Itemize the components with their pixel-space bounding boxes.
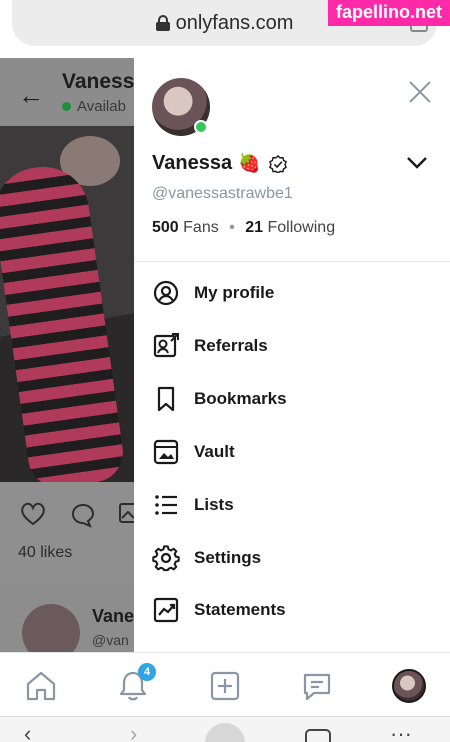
avatar[interactable] bbox=[392, 669, 426, 703]
home-icon[interactable] bbox=[24, 669, 58, 703]
following-count[interactable]: 21 bbox=[245, 219, 263, 236]
menu-item-settings[interactable]: Settings bbox=[152, 541, 261, 575]
menu-label: Settings bbox=[194, 548, 262, 567]
browser-tabs-icon[interactable] bbox=[305, 729, 331, 742]
profile-name: Vanessa 🍓 bbox=[152, 152, 287, 175]
post-photo[interactable] bbox=[0, 126, 134, 482]
follow-stats: 500 Fans • 21 Following bbox=[152, 219, 335, 237]
close-icon[interactable] bbox=[408, 80, 432, 104]
user-circle-icon bbox=[153, 280, 179, 306]
browser-bottom-toolbar: ‹ › ··· bbox=[0, 716, 450, 742]
verified-icon bbox=[268, 154, 287, 173]
chat-header: ← Vaness Availab bbox=[0, 58, 134, 126]
strawberry-emoji: 🍓 bbox=[238, 153, 261, 173]
gear-icon bbox=[152, 545, 180, 572]
status-dot bbox=[62, 102, 71, 111]
arrow-left-icon[interactable]: ← bbox=[18, 80, 44, 111]
tip-icon[interactable] bbox=[118, 502, 134, 524]
menu-label: Lists bbox=[194, 495, 234, 514]
divider bbox=[134, 261, 450, 262]
watermark: fapellino.net bbox=[327, 0, 450, 26]
chat-user-status: Availab bbox=[62, 98, 126, 115]
comment-icon[interactable] bbox=[70, 502, 96, 528]
menu-item-vault[interactable]: Vault bbox=[152, 435, 235, 469]
browser-top-bar: onlyfans.com fapellino.net bbox=[0, 0, 450, 58]
list-icon bbox=[155, 495, 177, 515]
menu-label: My profile bbox=[194, 283, 275, 302]
online-status-dot bbox=[194, 120, 208, 134]
profile-handle[interactable]: @vanessastrawbe1 bbox=[152, 185, 293, 203]
profile-name-text: Vanessa bbox=[152, 152, 233, 174]
following-label[interactable]: Following bbox=[268, 219, 336, 236]
fans-label[interactable]: Fans bbox=[183, 219, 219, 236]
commenter-handle: @van bbox=[92, 632, 129, 648]
likes-count: 40 likes bbox=[18, 544, 73, 561]
url-text[interactable]: onlyfans.com bbox=[176, 12, 294, 35]
menu-item-my-profile[interactable]: My profile bbox=[152, 276, 274, 310]
bookmark-icon bbox=[157, 386, 175, 412]
menu-label: Referrals bbox=[194, 336, 268, 355]
lock-icon bbox=[155, 15, 170, 31]
stats-separator: • bbox=[229, 219, 235, 236]
chart-icon bbox=[153, 597, 179, 623]
account-drawer: Vanessa 🍓 @vanessastrawbe1 500 Fans • 21… bbox=[134, 58, 450, 652]
browser-menu-icon[interactable]: ··· bbox=[390, 723, 412, 742]
chat-user-name: Vaness bbox=[62, 70, 134, 93]
menu-label: Bookmarks bbox=[194, 389, 287, 408]
referrals-icon bbox=[153, 333, 179, 358]
fans-count[interactable]: 500 bbox=[152, 219, 179, 236]
comment-row: Vane @van bbox=[0, 584, 134, 652]
bottom-nav: 4 bbox=[0, 652, 450, 716]
vault-icon bbox=[153, 439, 179, 465]
menu-label: Vault bbox=[194, 442, 235, 461]
browser-home-icon[interactable] bbox=[205, 723, 245, 742]
commenter-name: Vane bbox=[92, 606, 134, 626]
menu-item-lists[interactable]: Lists bbox=[152, 488, 234, 522]
notifications-button[interactable]: 4 bbox=[116, 663, 156, 703]
post-actions: 40 likes bbox=[0, 482, 134, 584]
browser-forward-icon[interactable]: › bbox=[130, 723, 137, 742]
background-page: ← Vaness Availab 40 likes Vane @van bbox=[0, 58, 134, 652]
notification-badge: 4 bbox=[138, 663, 156, 681]
menu-item-statements[interactable]: Statements bbox=[152, 593, 286, 627]
commenter-avatar[interactable] bbox=[22, 604, 80, 652]
chevron-down-icon[interactable] bbox=[406, 156, 428, 170]
add-post-icon[interactable] bbox=[208, 669, 242, 703]
heart-icon[interactable] bbox=[20, 502, 46, 526]
messages-icon[interactable] bbox=[300, 669, 334, 703]
menu-item-referrals[interactable]: Referrals bbox=[152, 329, 268, 363]
browser-back-icon[interactable]: ‹ bbox=[24, 723, 31, 742]
menu-item-bookmarks[interactable]: Bookmarks bbox=[152, 382, 287, 416]
menu-label: Statements bbox=[194, 600, 286, 619]
